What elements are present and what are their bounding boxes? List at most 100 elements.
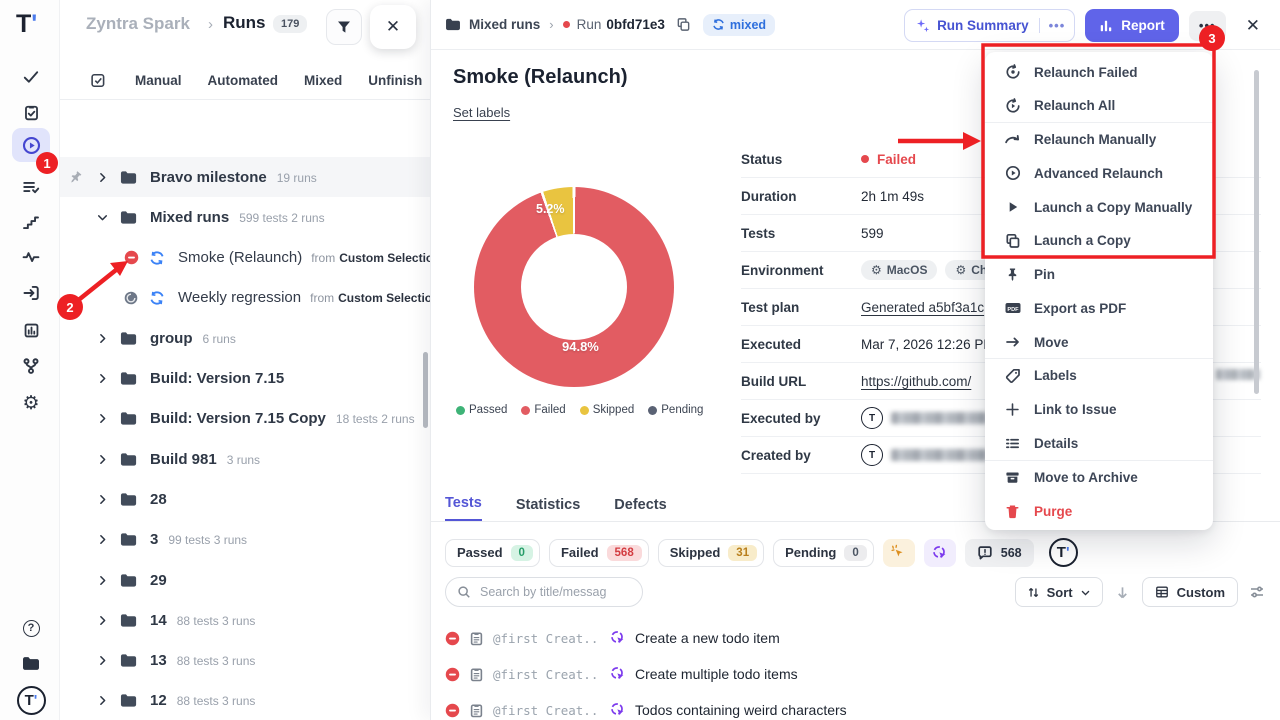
tree-folder-row[interactable]: group6 runs [60, 318, 430, 358]
arrow-right-icon [1004, 334, 1021, 350]
tab-defects[interactable]: Defects [614, 497, 666, 521]
tree-folder-row[interactable]: 29 [60, 560, 430, 600]
breadcrumb-project[interactable]: Zyntra Spark [86, 14, 190, 34]
steps-icon[interactable] [12, 205, 50, 239]
tree-run-row[interactable]: Smoke (Relaunch)fromCustom Selectio [60, 238, 430, 278]
tree-scrollbar[interactable] [423, 352, 428, 428]
menu-item-launch-a-copy[interactable]: Launch a Copy [985, 224, 1213, 258]
folder-filled-icon [120, 573, 138, 588]
user-avatar: T [861, 407, 883, 429]
pulse-icon[interactable] [12, 240, 50, 274]
cursor-click-icon[interactable] [924, 539, 956, 567]
gear-icon[interactable]: ⚙ [12, 386, 50, 420]
help-icon[interactable]: ? [12, 611, 50, 645]
chevron-right-icon [96, 614, 109, 627]
list-check-icon[interactable] [12, 170, 50, 204]
chevron-down-icon [96, 211, 109, 224]
tree-folder-row[interactable]: 399 tests 3 runs [60, 520, 430, 560]
cursor-click-icon [610, 630, 626, 646]
runs-tab-unfinish[interactable]: Unfinish [368, 73, 422, 88]
sparkles-icon [915, 18, 930, 33]
menu-item-launch-a-copy-manually[interactable]: Launch a Copy Manually [985, 190, 1213, 224]
clipboard-check-icon[interactable] [12, 95, 50, 129]
detail-value: Failed [861, 152, 916, 167]
menu-item-labels[interactable]: Labels [985, 359, 1213, 393]
import-icon[interactable] [12, 276, 50, 310]
menu-item-link-to-issue[interactable]: Link to Issue [985, 393, 1213, 427]
runs-tab-automated[interactable]: Automated [208, 73, 279, 88]
menu-item-relaunch-all[interactable]: Relaunch All [985, 89, 1213, 123]
copy-icon[interactable] [676, 17, 691, 32]
pdf-icon: PDF [1004, 300, 1021, 316]
view-settings-icon[interactable] [1247, 584, 1267, 600]
menu-item-pin[interactable]: Pin [985, 258, 1213, 292]
page-title: Runs [223, 13, 266, 33]
runs-tab-manual[interactable]: Manual [135, 73, 182, 88]
filter-pending[interactable]: Pending0 [773, 539, 874, 567]
bar-chart-icon[interactable] [12, 313, 50, 347]
tree-folder-meta: 18 tests 2 runs [336, 412, 415, 426]
search-input[interactable] [478, 584, 618, 600]
menu-item-move-to-archive[interactable]: Move to Archive [985, 460, 1213, 494]
check-icon[interactable] [12, 60, 50, 94]
clipboard-test-icon [469, 703, 484, 718]
tree-folder-row[interactable]: 28 [60, 479, 430, 519]
cursor-click-icon [610, 702, 626, 718]
folder-icon [445, 18, 461, 31]
detail-link[interactable]: Generated a5bf3a1c [861, 300, 984, 315]
run-summary-button[interactable]: Run Summary ••• [904, 9, 1075, 42]
menu-item-purge[interactable]: Purge [985, 494, 1213, 528]
tab-tests[interactable]: Tests [445, 495, 482, 521]
detail-scrollbar[interactable] [1254, 70, 1259, 394]
menu-item-export-as-pdf[interactable]: PDFExport as PDF [985, 291, 1213, 325]
test-row[interactable]: @first Creat...Todos containing weird ch… [445, 692, 1267, 720]
close-panel-button[interactable]: ✕ [370, 5, 416, 49]
tree-folder-row[interactable]: Mixed runs599 tests 2 runs [60, 197, 430, 237]
reporter-avatar[interactable]: T' [1049, 538, 1078, 567]
menu-item-move[interactable]: Move [985, 325, 1213, 359]
legend-passed: Passed [456, 404, 507, 416]
filter-skipped[interactable]: Skipped31 [658, 539, 764, 567]
test-row[interactable]: @first Creat...Create multiple todo item… [445, 656, 1267, 692]
tree-folder-row[interactable]: Build 9813 runs [60, 439, 430, 479]
tree-folder-row[interactable]: Bravo milestone19 runs [60, 157, 430, 197]
batch-select-icon[interactable] [90, 72, 107, 89]
comments-pill[interactable]: 568 [965, 539, 1034, 567]
tab-statistics[interactable]: Statistics [516, 497, 580, 521]
relaunch-all-icon [1004, 98, 1021, 114]
filter-passed[interactable]: Passed0 [445, 539, 540, 567]
search-input-wrap[interactable] [445, 577, 643, 607]
ai-run-icon[interactable] [883, 539, 915, 567]
tree-run-row[interactable]: Weekly regressionfromCustom Selectio [60, 278, 430, 318]
detail-link[interactable]: https://github.com/ [861, 374, 971, 389]
relaunch-manually-icon [1004, 131, 1021, 148]
report-button[interactable]: Report [1085, 9, 1179, 42]
skipped-percent-label: 5.2% [536, 202, 565, 216]
custom-view-button[interactable]: Custom [1142, 577, 1238, 607]
menu-item-relaunch-failed[interactable]: Relaunch Failed [985, 55, 1213, 89]
breadcrumb-folder[interactable]: Mixed runs [469, 17, 540, 32]
runs-tab-mixed[interactable]: Mixed [304, 73, 342, 88]
menu-item-relaunch-manually[interactable]: Relaunch Manually [985, 123, 1213, 157]
menu-item-advanced-relaunch[interactable]: Advanced Relaunch [985, 156, 1213, 190]
app-logo[interactable]: T' [16, 10, 37, 39]
menu-item-details[interactable]: Details [985, 426, 1213, 460]
filter-button[interactable] [326, 9, 362, 45]
branch-icon[interactable] [12, 349, 50, 383]
filter-failed[interactable]: Failed568 [549, 539, 649, 567]
icon-rail: T' ⚙ ? T' [0, 0, 60, 720]
tree-folder-row[interactable]: 1388 tests 3 runs [60, 641, 430, 681]
test-row[interactable]: @first Creat...Create a new todo item [445, 620, 1267, 656]
run-summary-more-button[interactable]: ••• [1039, 18, 1075, 33]
folder-icon[interactable] [12, 646, 50, 680]
tree-folder-row[interactable]: 1488 tests 3 runs [60, 600, 430, 640]
close-detail-button[interactable]: ✕ [1242, 16, 1264, 36]
tree-folder-row[interactable]: Build: Version 7.15 [60, 359, 430, 399]
sort-arrows-icon [1027, 586, 1040, 599]
descending-button[interactable] [1112, 585, 1133, 600]
user-avatar-logo[interactable]: T' [12, 683, 50, 717]
sort-button[interactable]: Sort [1015, 577, 1103, 607]
tree-folder-row[interactable]: 1288 tests 3 runs [60, 681, 430, 720]
set-labels-link[interactable]: Set labels [453, 105, 510, 120]
tree-folder-row[interactable]: Build: Version 7.15 Copy18 tests 2 runs [60, 399, 430, 439]
